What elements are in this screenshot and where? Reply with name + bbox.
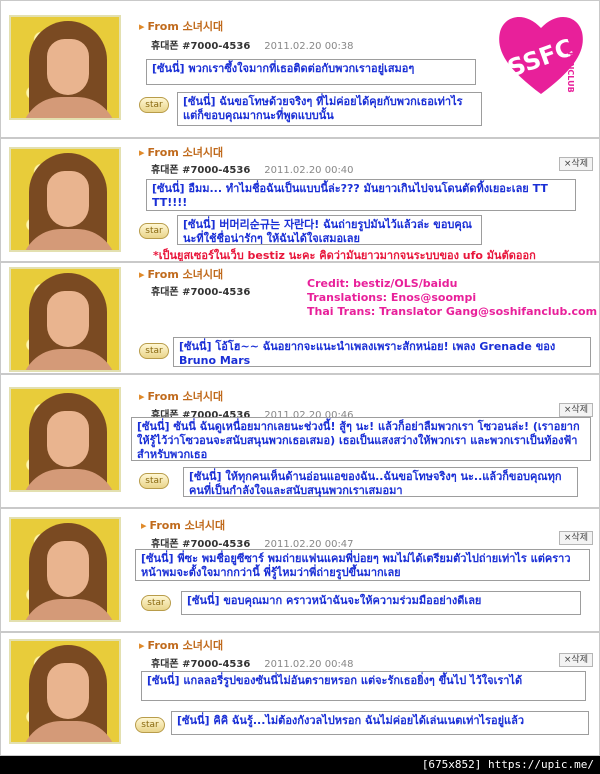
meta-row: 휴대폰 #7000-4536 2011.02.20 00:38 bbox=[151, 37, 354, 52]
credit-line: Credit: bestiz/OLS/baidu bbox=[307, 277, 458, 290]
reply-box: [ซันนี่] โอ้โฮ~~ ฉันอยากจะแนะนำเพลงเพราะ… bbox=[173, 337, 591, 367]
phone-number: 휴대폰 #7000-4536 bbox=[151, 165, 251, 176]
meta-row: 휴대폰 #7000-4536 2011.02.20 00:48 bbox=[151, 655, 354, 670]
meta-row: 휴대폰 #7000-4536 2011.02.20 00:40 bbox=[151, 161, 354, 176]
phone-number: 휴대폰 #7000-4536 bbox=[151, 287, 251, 298]
timestamp: 2011.02.20 00:48 bbox=[264, 659, 354, 670]
meta-row: 휴대폰 #7000-4536 2011.02.20 00:47 bbox=[151, 535, 354, 550]
avatar bbox=[9, 517, 121, 622]
from-label: ▸ From 소녀시대 bbox=[139, 20, 224, 33]
soshifanclub-logo: SSFC SOSHIFANCLUB bbox=[488, 4, 596, 116]
avatar bbox=[9, 267, 121, 372]
star-button[interactable]: star bbox=[139, 343, 169, 359]
post-panel: ▸ From 소녀시대 ×삭제 휴대폰 #7000-4536 2011.02.20 … bbox=[0, 138, 600, 262]
message-box: [ซันนี่] ซันนี่ ฉันดูเหนื่อยมากเลยนะช่วง… bbox=[131, 417, 591, 461]
from-label: ▸ From 소녀시대 bbox=[141, 519, 226, 532]
avatar bbox=[9, 15, 121, 120]
message-box: [ซันนี่] พวกเราซึ้งใจมากที่เธอติดต่อกับพ… bbox=[146, 59, 476, 85]
timestamp: 2011.02.20 00:38 bbox=[264, 41, 354, 52]
footer-text: [675x852] https://upic.me/ bbox=[421, 758, 594, 771]
credits: Credit: bestiz/OLS/baidu Translations: E… bbox=[307, 277, 597, 319]
reply-box: [ซันนี่] คิคิ ฉันรู้...ไม่ต้องกังวลไปหรอ… bbox=[171, 711, 589, 735]
reply-box: [ซันนี่] ขอบคุณมาก คราวหน้าฉันจะให้ความร… bbox=[181, 591, 581, 615]
reply-box: [ซันนี่] ฉันขอโทษด้วยจริงๆ ที่ไม่ค่อยได้… bbox=[177, 92, 482, 126]
message-box: [ซันนี่] อืมม... ทำไมชื่อฉันเป็นแบบนี้ล่… bbox=[146, 179, 576, 211]
star-button[interactable]: star bbox=[135, 717, 165, 733]
from-label: ▸ From 소녀시대 bbox=[139, 268, 224, 281]
avatar bbox=[9, 387, 121, 492]
translator-note: *เป็นยูสเซอร์ในเว็บ bestiz นะคะ คิดว่ามั… bbox=[153, 249, 536, 262]
from-label: ▸ From 소녀시대 bbox=[139, 146, 224, 159]
image-host-footer: [675x852] https://upic.me/ bbox=[0, 756, 600, 774]
phone-number: 휴대폰 #7000-4536 bbox=[151, 41, 251, 52]
logo-side-text: SOSHIFANCLUB bbox=[566, 24, 575, 93]
delete-button[interactable]: ×삭제 bbox=[558, 157, 593, 171]
avatar bbox=[9, 639, 121, 744]
avatar bbox=[9, 147, 121, 252]
post-panel: ▸ From 소녀시대 휴대폰 #7000-4536 Credit: bestiz… bbox=[0, 262, 600, 374]
post-panel: ▸ From 소녀시대 ×삭제 휴대폰 #7000-4536 2011.02.20 … bbox=[0, 508, 600, 632]
credit-line: Thai Trans: Translator Gang@soshifanclub… bbox=[307, 305, 598, 318]
from-label: ▸ From 소녀시대 bbox=[139, 639, 224, 652]
message-box: [ซันนี่] พี่ซะ พมชื่อยูซีซาร์ พมถ่ายแฟนแ… bbox=[135, 549, 590, 581]
credit-line: Translations: Enos@soompi bbox=[307, 291, 477, 304]
delete-button[interactable]: ×삭제 bbox=[558, 653, 593, 667]
reply-box: [ซันนี่] ให้ทุกคนเห็นด้านอ่อนแอของฉัน..ฉ… bbox=[183, 467, 578, 497]
reply-box: [ซันนี่] 버머리순규는 자란다! ฉันถ่ายรูปมันไว้แล้… bbox=[177, 215, 482, 245]
timestamp: 2011.02.20 00:40 bbox=[264, 165, 354, 176]
post-panel: ▸ From 소녀시대 ×삭제 휴대폰 #7000-4536 2011.02.20 … bbox=[0, 632, 600, 756]
star-button[interactable]: star bbox=[139, 97, 169, 113]
post-panel: ▸ From 소녀시대 ×삭제 휴대폰 #7000-4536 2011.02.20 … bbox=[0, 374, 600, 508]
from-label: ▸ From 소녀시대 bbox=[139, 390, 224, 403]
meta-row: 휴대폰 #7000-4536 bbox=[151, 283, 250, 298]
star-button[interactable]: star bbox=[141, 595, 171, 611]
delete-button[interactable]: ×삭제 bbox=[558, 531, 593, 545]
star-button[interactable]: star bbox=[139, 473, 169, 489]
phone-number: 휴대폰 #7000-4536 bbox=[151, 659, 251, 670]
delete-button[interactable]: ×삭제 bbox=[558, 403, 593, 417]
message-box: [ซันนี่] แกลลอรี่รูปของซันนี่ไม่อันตรายห… bbox=[141, 671, 586, 701]
star-button[interactable]: star bbox=[139, 223, 169, 239]
